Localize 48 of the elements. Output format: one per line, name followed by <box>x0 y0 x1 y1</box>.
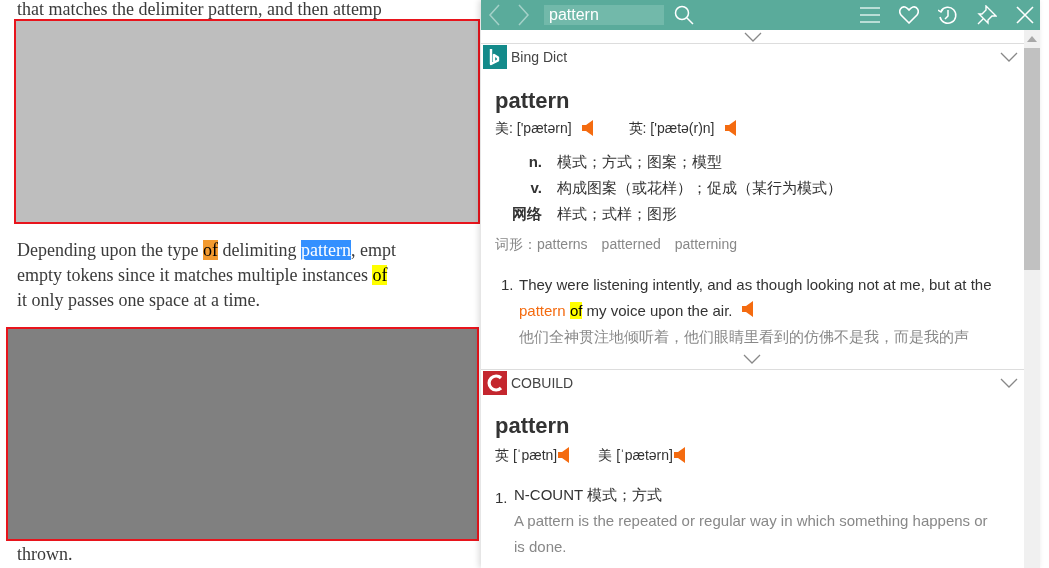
back-icon[interactable] <box>487 3 503 27</box>
close-icon[interactable] <box>1016 6 1034 24</box>
word-form-link[interactable]: patterning <box>674 234 738 254</box>
speaker-icon[interactable] <box>673 447 686 463</box>
definition-number: 1. <box>495 488 509 508</box>
search-icon[interactable] <box>674 5 694 25</box>
speaker-icon[interactable] <box>724 120 737 136</box>
headword: pattern <box>495 88 571 114</box>
search-field[interactable]: pattern <box>544 5 664 25</box>
pin-icon[interactable] <box>977 5 997 25</box>
sense-text: 样式；式样；图形 <box>557 204 678 224</box>
speaker-icon[interactable] <box>581 120 594 136</box>
example-number: 1. <box>501 275 515 295</box>
definition-text: A pattern is the repeated or regular way in which something happens or is done. <box>514 511 989 557</box>
pronunciation: 英 [ˈpætn] <box>495 446 558 465</box>
text-line: that matches the delimiter pattern, and then attemp <box>17 0 383 19</box>
word-form-link[interactable]: patterns <box>537 234 588 254</box>
dictionary-name: Bing Dict <box>511 49 568 65</box>
text-line: Depending upon the type of delimiting pattern, empt <box>17 239 397 262</box>
history-icon[interactable] <box>938 5 958 25</box>
headword: pattern <box>495 413 571 439</box>
menu-icon[interactable] <box>860 7 880 23</box>
pronunciation: 英: ['pætə(r)n] <box>628 119 715 138</box>
part-of-speech: n. <box>527 152 542 172</box>
heart-icon[interactable] <box>899 6 919 24</box>
speaker-icon[interactable] <box>742 300 755 317</box>
forward-icon[interactable] <box>515 3 531 27</box>
example-translation: 他们全神贯注地倾听着，他们眼睛里看到的仿佛不是我，而是我的声 <box>519 327 970 347</box>
part-of-speech: v. <box>529 178 542 198</box>
definition-label: N-COUNT 模式；方式 <box>514 485 664 505</box>
forms-label: 词形： <box>495 235 537 254</box>
pronunciation: 美 [ˈpætərn] <box>598 446 673 465</box>
text-line: thrown. <box>17 543 74 566</box>
pronunciation: 美: ['pætərn] <box>495 119 572 138</box>
sense-text: 构成图案（或花样）；促成（某行为模式） <box>557 178 842 198</box>
chevron-down-icon[interactable] <box>743 32 762 42</box>
speaker-icon[interactable] <box>558 447 571 463</box>
scrollbar-thumb[interactable] <box>1024 48 1040 270</box>
scroll-up-icon[interactable] <box>1027 36 1037 42</box>
chevron-down-icon[interactable] <box>1000 52 1018 62</box>
sense-text: 模式；方式；图案；模型 <box>557 152 723 172</box>
word-form-link[interactable]: patterned <box>601 234 661 254</box>
part-of-speech: 网络 <box>511 204 542 224</box>
scrollbar[interactable] <box>1024 30 1040 568</box>
text-line: it only passes one space at a time. <box>17 289 261 312</box>
dictionary-name: COBUILD <box>511 375 574 391</box>
chevron-down-icon[interactable] <box>743 354 761 364</box>
chevron-down-icon[interactable] <box>1000 378 1018 388</box>
